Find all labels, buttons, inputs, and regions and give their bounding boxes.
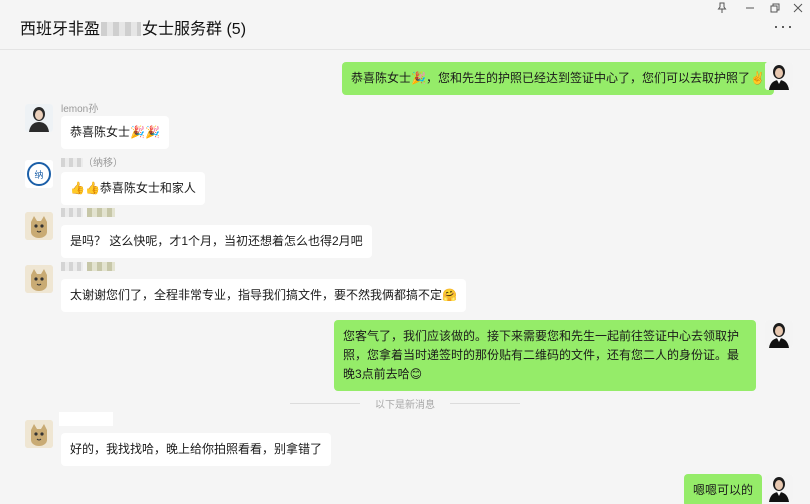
minimize-icon[interactable] [740,2,760,18]
message-bubble-incoming[interactable]: 太谢谢您们了，全程非常专业，指导我们搞文件，要不然我俩都搞不定🤗 [61,279,466,312]
chat-title: 西班牙非盈 女士服务群 (5) [20,15,246,39]
message-bubble-incoming[interactable]: 恭喜陈女士🎉🎉 [61,116,169,149]
message-bubble-incoming[interactable]: 👍👍恭喜陈女士和家人 [61,172,205,205]
sender-name: lemon孙 [61,104,99,115]
message-bubble-incoming[interactable]: 好的，我找找哈，晚上给你拍照看看，别拿错了 [61,433,332,466]
avatar-cat[interactable] [25,212,53,240]
svg-text:纳: 纳 [34,169,43,181]
message-text: 恭喜陈女士🎉🎉 [70,125,160,139]
new-messages-divider: 以下是新消息 [290,396,520,411]
chat-title-prefix: 西班牙非盈 [20,21,101,38]
message-text: 恭喜陈女士🎉，您和先生的护照已经达到签证中心了，您们可以去取护照了✌️ [351,71,765,85]
sender-name-hidden [59,412,113,426]
avatar-lemon[interactable] [25,104,53,132]
message-text: 好的，我找找哈，晚上给你拍照看看，别拿错了 [70,442,323,456]
avatar-self[interactable] [765,320,793,348]
message-text: 太谢谢您们了，全程非常专业，指导我们搞文件，要不然我俩都搞不定🤗 [70,288,457,302]
message-bubble-outgoing[interactable]: 您客气了，我们应该做的。接下来需要您和先生一起前往签证中心去领取护照，您拿着当时… [334,320,756,391]
avatar-cat[interactable] [25,265,53,293]
sender-name [61,262,115,273]
more-icon[interactable]: ··· [773,16,794,37]
chat-area: 恭喜陈女士🎉，您和先生的护照已经达到签证中心了，您们可以去取护照了✌️ lemo… [0,50,810,504]
message-text: 👍👍恭喜陈女士和家人 [70,181,196,195]
chat-title-suffix: 女士服务群 (5) [142,21,247,38]
title-bar: 西班牙非盈 女士服务群 (5) ··· [0,0,810,50]
redacted-sender [61,208,83,217]
avatar-self[interactable] [765,474,793,502]
message-bubble-incoming[interactable]: 是吗？ 这么快呢，才1个月，当初还想着怎么也得2月吧 [61,225,372,258]
avatar-naying[interactable]: 纳 [25,160,53,188]
sender-name: （纳移） [61,154,123,169]
pin-icon[interactable] [712,2,732,18]
avatar-self[interactable] [765,62,793,90]
message-bubble-outgoing[interactable]: 嗯嗯可以的 [684,474,763,504]
message-bubble-outgoing[interactable]: 恭喜陈女士🎉，您和先生的护照已经达到签证中心了，您们可以去取护照了✌️ [342,62,774,95]
message-text: 是吗？ 这么快呢，才1个月，当初还想着怎么也得2月吧 [70,234,363,248]
avatar-cat[interactable] [25,420,53,448]
redacted-sender [61,262,83,271]
redacted-name [101,22,142,36]
message-text: 嗯嗯可以的 [693,483,754,497]
redacted-sender [61,158,83,167]
sender-name [61,208,115,219]
message-text: 您客气了，我们应该做的。接下来需要您和先生一起前往签证中心去领取护照，您拿着当时… [343,329,740,381]
